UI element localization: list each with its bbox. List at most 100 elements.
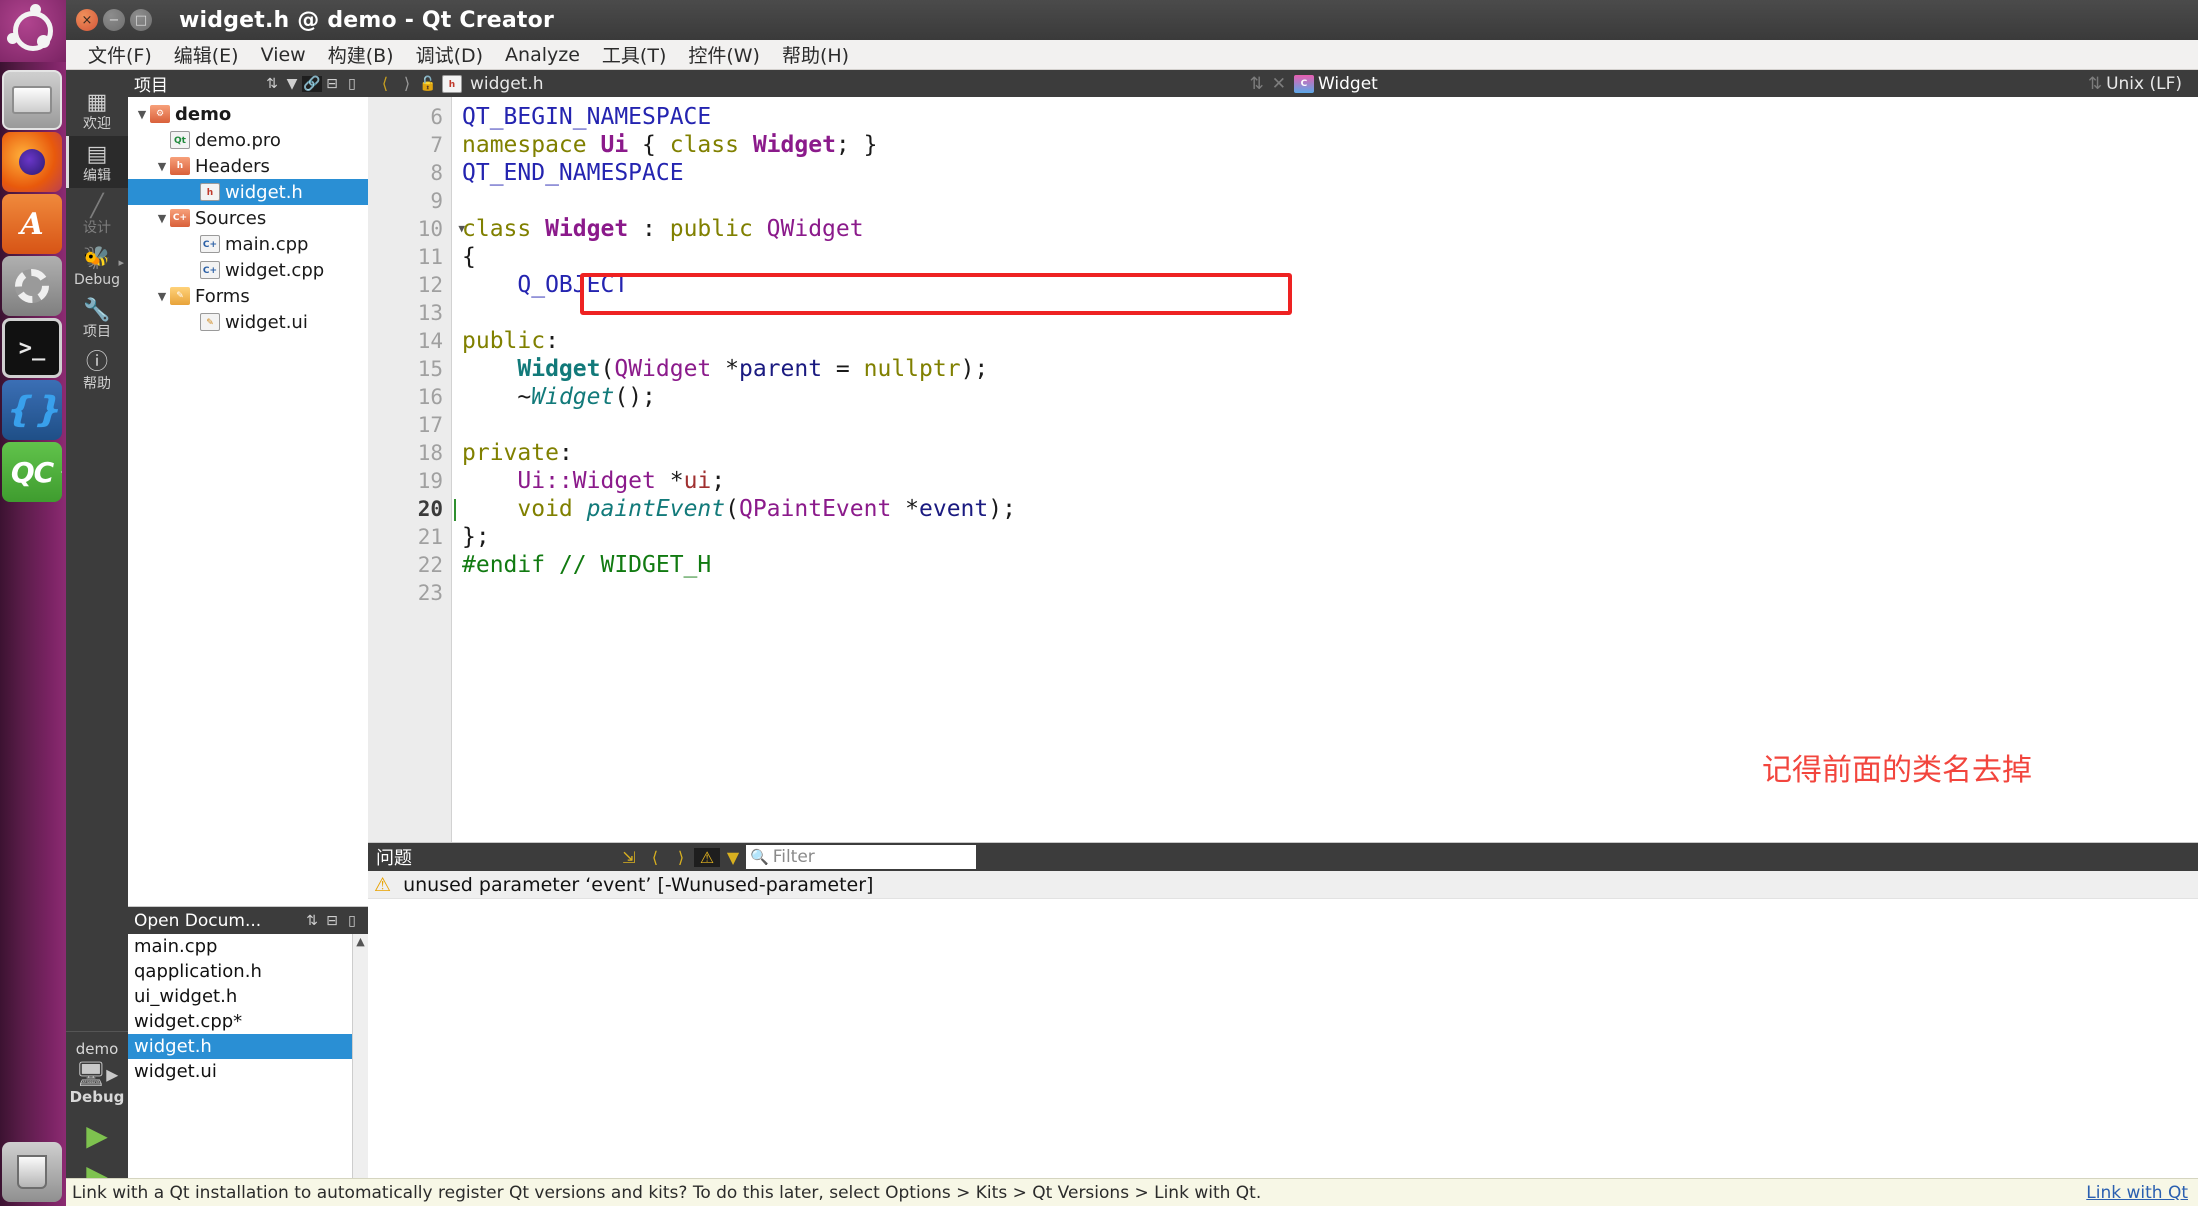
status-link[interactable]: Link with Qt <box>2086 1183 2188 1203</box>
tree-item-forms[interactable]: ▼ ✎ Forms <box>128 283 368 309</box>
sources-folder-icon: C+ <box>170 209 190 227</box>
files-icon[interactable] <box>2 70 62 130</box>
tree-item-label: demo.pro <box>195 130 281 151</box>
issues-filter-input[interactable]: 🔍 Filter <box>746 845 976 869</box>
project-icon: ⚙ <box>150 105 170 123</box>
build-config-label: Debug <box>66 1088 128 1116</box>
run-button[interactable]: ▶ <box>66 1116 128 1156</box>
code-editor[interactable]: 6 7 8 9 10▼ 11 12 13 14 15 16 17 18 19 2… <box>368 97 2198 842</box>
code-line: private: <box>452 439 2198 467</box>
code-token: parent <box>739 356 822 382</box>
menu-icon[interactable]: ▯ <box>342 76 362 92</box>
issues-list[interactable]: ⚠ unused parameter ‘event’ [-Wunused-par… <box>368 871 2198 1206</box>
editor-symbol-selector[interactable]: Widget <box>1318 74 1378 94</box>
open-doc-item-selected[interactable]: widget.h <box>128 1034 368 1059</box>
firefox-icon[interactable] <box>2 132 62 192</box>
tree-item-headers[interactable]: ▼ h Headers <box>128 153 368 179</box>
mode-edit[interactable]: ▤ 编辑 <box>66 136 128 188</box>
chevron-down-icon[interactable]: ▼ <box>154 160 170 173</box>
tree-item-label: demo <box>175 104 231 125</box>
copy-icon[interactable]: ⇲ <box>616 848 642 867</box>
split-icon[interactable]: ⊟ <box>322 913 342 929</box>
software-center-icon[interactable]: A <box>2 194 62 254</box>
tree-item-demo-pro[interactable]: Qt demo.pro <box>128 127 368 153</box>
issue-row[interactable]: ⚠ unused parameter ‘event’ [-Wunused-par… <box>368 871 2198 899</box>
menu-view[interactable]: View <box>261 44 306 66</box>
code-line <box>452 579 2198 607</box>
menu-file[interactable]: 文件(F) <box>88 41 152 68</box>
menu-debug[interactable]: 调试(D) <box>416 41 483 68</box>
menu-help[interactable]: 帮助(H) <box>782 41 849 68</box>
line-number: 18 <box>368 439 451 467</box>
code-line: void paintEvent(QPaintEvent *event); <box>452 495 2198 523</box>
tree-item-widget-h[interactable]: h widget.h <box>128 179 368 205</box>
chevron-down-icon[interactable]: ▼ <box>154 290 170 303</box>
menu-tools[interactable]: 工具(T) <box>602 41 666 68</box>
tree-item-widget-ui[interactable]: ✎ widget.ui <box>128 309 368 335</box>
vscode-icon[interactable]: ❴❵ <box>2 380 62 440</box>
code-token: Q_OBJECT <box>462 272 628 298</box>
next-issue-icon[interactable]: ⟩ <box>668 848 694 867</box>
sort-icon[interactable]: ⇅ <box>262 76 282 92</box>
menu-icon[interactable]: ▯ <box>342 913 362 929</box>
window-close-button[interactable]: × <box>76 9 98 31</box>
split-icon[interactable]: ⇅ <box>1249 74 1263 94</box>
chevron-down-icon[interactable]: ▼ <box>134 108 150 121</box>
open-documents-scrollbar[interactable]: ▲ ▼ <box>352 934 368 1206</box>
pencil-icon: ╱ <box>66 194 128 220</box>
line-ending-label[interactable]: Unix (LF) <box>2106 74 2182 94</box>
mode-welcome[interactable]: ▦ 欢迎 <box>66 84 128 136</box>
code-token: ( <box>600 356 614 382</box>
open-documents-list[interactable]: main.cpp qapplication.h ui_widget.h widg… <box>128 934 368 1206</box>
line-number-current: 20 <box>368 495 451 523</box>
open-doc-item[interactable]: widget.cpp* <box>128 1009 368 1034</box>
close-icon[interactable]: ✕ <box>1272 74 1286 94</box>
open-doc-item[interactable]: widget.ui <box>128 1059 368 1084</box>
prev-issue-icon[interactable]: ⟨ <box>642 848 668 867</box>
menu-build[interactable]: 构建(B) <box>328 41 394 68</box>
mode-debug[interactable]: 🐝 ▸ Debug <box>66 240 128 292</box>
tree-item-main-cpp[interactable]: C+ main.cpp <box>128 231 368 257</box>
ubuntu-dash-icon[interactable] <box>0 0 66 62</box>
warning-filter-icon[interactable]: ⚠ <box>694 848 720 867</box>
tree-item-demo[interactable]: ▼ ⚙ demo <box>128 101 368 127</box>
menu-analyze[interactable]: Analyze <box>505 44 580 66</box>
menu-window[interactable]: 控件(W) <box>688 41 760 68</box>
tree-item-widget-cpp[interactable]: C+ widget.cpp <box>128 257 368 283</box>
filter-icon[interactable]: ▼ <box>282 76 302 92</box>
window-maximize-button[interactable]: □ <box>130 9 152 31</box>
terminal-icon[interactable]: >_ <box>2 318 62 378</box>
sort-icon[interactable]: ⇅ <box>302 913 322 929</box>
chevron-down-icon[interactable]: ▼ <box>154 212 170 225</box>
settings-icon[interactable] <box>2 256 62 316</box>
chevron-left-icon[interactable]: ⟨ <box>374 74 396 93</box>
menu-edit[interactable]: 编辑(E) <box>174 41 239 68</box>
line-number: 15 <box>368 355 451 383</box>
code-line <box>452 187 2198 215</box>
project-tree[interactable]: ▼ ⚙ demo Qt demo.pro ▼ h Headers h <box>128 97 368 906</box>
pro-file-icon: Qt <box>170 131 190 149</box>
chevron-right-icon[interactable]: ⟩ <box>396 74 418 93</box>
qtcreator-icon[interactable]: QC <box>2 442 62 502</box>
open-doc-item[interactable]: qapplication.h <box>128 959 368 984</box>
link-icon[interactable]: 🔗 <box>302 76 322 92</box>
mode-help[interactable]: ⓘ 帮助 <box>66 344 128 396</box>
editor-filename[interactable]: widget.h <box>470 74 544 94</box>
line-ending-spinner-icon[interactable]: ⇅ <box>2088 74 2102 94</box>
open-doc-item[interactable]: main.cpp <box>128 934 368 959</box>
window-minimize-button[interactable]: − <box>103 9 125 31</box>
filter-icon[interactable]: ▼ <box>720 848 746 867</box>
code-token: ; } <box>836 132 878 158</box>
mode-projects[interactable]: 🔧 项目 <box>66 292 128 344</box>
trash-icon[interactable] <box>2 1142 62 1202</box>
open-doc-item[interactable]: ui_widget.h <box>128 984 368 1009</box>
mode-design[interactable]: ╱ 设计 <box>66 188 128 240</box>
tree-item-sources[interactable]: ▼ C+ Sources <box>128 205 368 231</box>
collapse-all-icon[interactable]: ⊟ <box>322 76 342 92</box>
annotation-text: 记得前面的类名去掉 <box>1762 745 2032 789</box>
code-text-area[interactable]: QT_BEGIN_NAMESPACE namespace Ui { class … <box>452 97 2198 842</box>
scroll-up-icon[interactable]: ▲ <box>353 934 368 950</box>
qt-creator-window: × − □ widget.h @ demo - Qt Creator 文件(F)… <box>66 0 2198 1206</box>
code-token: ( <box>725 496 739 522</box>
unlocked-icon[interactable]: 🔓 <box>418 76 438 92</box>
